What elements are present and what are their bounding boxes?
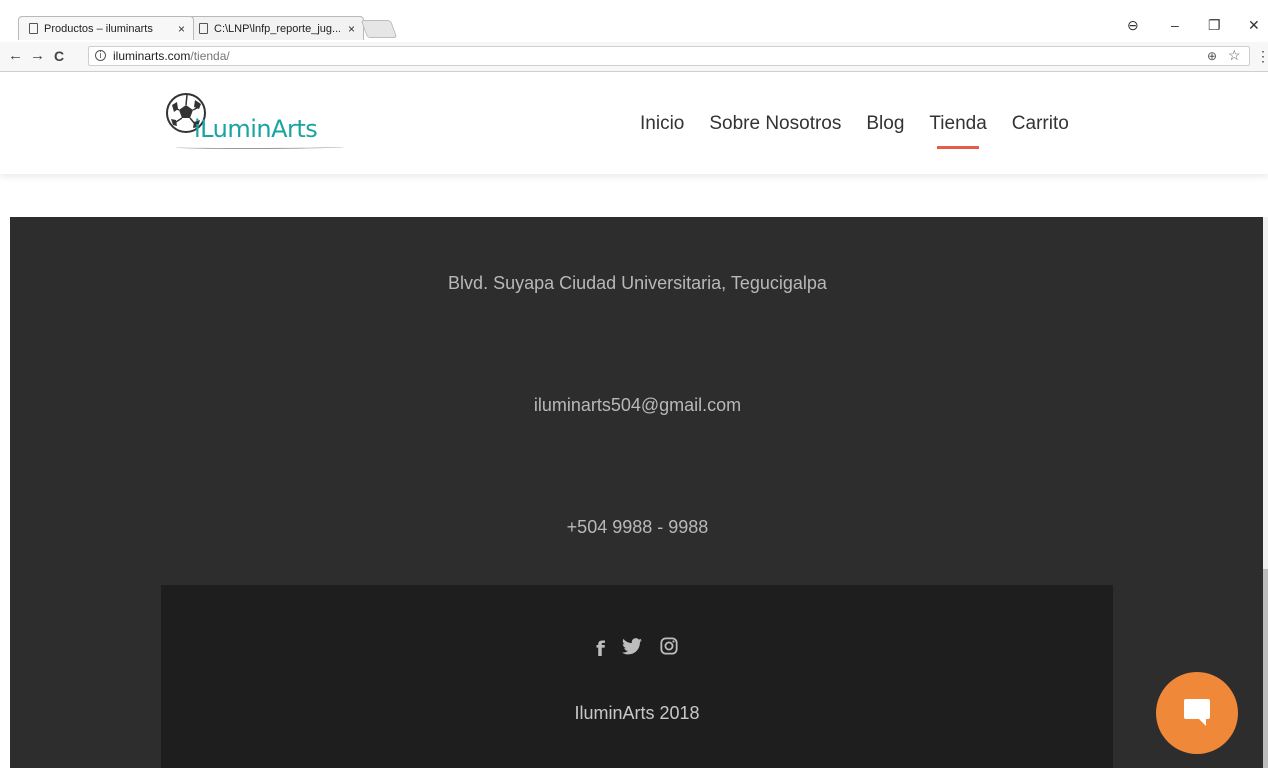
profile-icon[interactable]: ⊖ <box>1127 17 1139 34</box>
content-spacer <box>0 174 1268 217</box>
footer-copyright: IluminArts 2018 <box>574 703 700 723</box>
tab-close-icon[interactable]: × <box>348 22 355 36</box>
page-viewport: iLuminArts Inicio Sobre Nosotros Blog Ti… <box>0 72 1268 768</box>
restore-button[interactable]: ❐ <box>1208 17 1221 34</box>
twitter-icon[interactable] <box>622 637 643 661</box>
zoom-icon[interactable]: ⊕ <box>1207 47 1217 65</box>
chat-icon <box>1184 699 1210 726</box>
minimize-button[interactable]: – <box>1171 17 1179 33</box>
browser-tab-productos[interactable]: Productos – iluminarts × <box>18 16 194 40</box>
url-host: iluminarts.com <box>113 49 191 63</box>
page-icon <box>199 23 208 34</box>
tab-title: Productos – iluminarts <box>44 22 153 35</box>
nav-inicio[interactable]: Inicio <box>640 113 684 135</box>
site-header: iLuminArts Inicio Sobre Nosotros Blog Ti… <box>0 72 1268 174</box>
nav-carrito[interactable]: Carrito <box>1012 113 1069 135</box>
footer-bottom-bar: f IluminArts 2018 <box>161 585 1113 768</box>
site-info-icon[interactable]: i <box>95 50 106 61</box>
new-tab-button[interactable] <box>360 20 398 38</box>
footer-email[interactable]: iluminarts504@gmail.com <box>10 395 1265 416</box>
url-text[interactable]: iluminarts.com/tienda/ <box>113 47 230 65</box>
page-icon <box>29 23 38 34</box>
left-margin <box>0 217 10 768</box>
footer-address: Blvd. Suyapa Ciudad Universitaria, Teguc… <box>448 273 827 293</box>
close-window-button[interactable]: ✕ <box>1248 17 1260 34</box>
facebook-icon[interactable]: f <box>596 637 605 661</box>
chat-widget-button[interactable] <box>1156 672 1238 754</box>
instagram-icon[interactable] <box>660 637 678 661</box>
main-nav: Inicio Sobre Nosotros Blog Tienda Carrit… <box>640 113 1069 149</box>
site-logo[interactable]: iLuminArts <box>165 92 355 152</box>
footer-phone: +504 9988 - 9988 <box>566 517 709 537</box>
address-bar[interactable]: i iluminarts.com/tienda/ ⊕ ☆ <box>88 46 1250 66</box>
browser-tab-reporte[interactable]: C:\LNP\lnfp_reporte_jug... × <box>188 16 364 40</box>
logo-swoosh <box>175 145 345 149</box>
nav-sobre-nosotros[interactable]: Sobre Nosotros <box>709 113 841 135</box>
nav-blog[interactable]: Blog <box>866 113 904 135</box>
site-footer: Blvd. Suyapa Ciudad Universitaria, Teguc… <box>10 217 1268 768</box>
browser-toolbar: ← → C i iluminarts.com/tienda/ ⊕ ☆ ⋮ <box>0 42 1268 72</box>
social-links: f <box>161 637 1113 661</box>
tab-close-icon[interactable]: × <box>178 22 185 36</box>
scrollbar-thumb[interactable] <box>1263 569 1268 768</box>
back-button[interactable]: ← <box>8 47 23 65</box>
reload-button[interactable]: C <box>54 47 64 65</box>
page-scrollbar[interactable] <box>1263 217 1268 768</box>
browser-tabstrip: Productos – iluminarts × C:\LNP\lnfp_rep… <box>0 0 1268 42</box>
tab-title: C:\LNP\lnfp_reporte_jug... <box>214 22 340 35</box>
browser-menu-icon[interactable]: ⋮ <box>1256 47 1268 65</box>
logo-text: iLuminArts <box>194 115 318 143</box>
forward-button[interactable]: → <box>30 47 45 65</box>
bookmark-star-icon[interactable]: ☆ <box>1228 46 1241 64</box>
nav-tienda[interactable]: Tienda <box>929 113 987 149</box>
url-path: /tienda/ <box>190 49 230 63</box>
